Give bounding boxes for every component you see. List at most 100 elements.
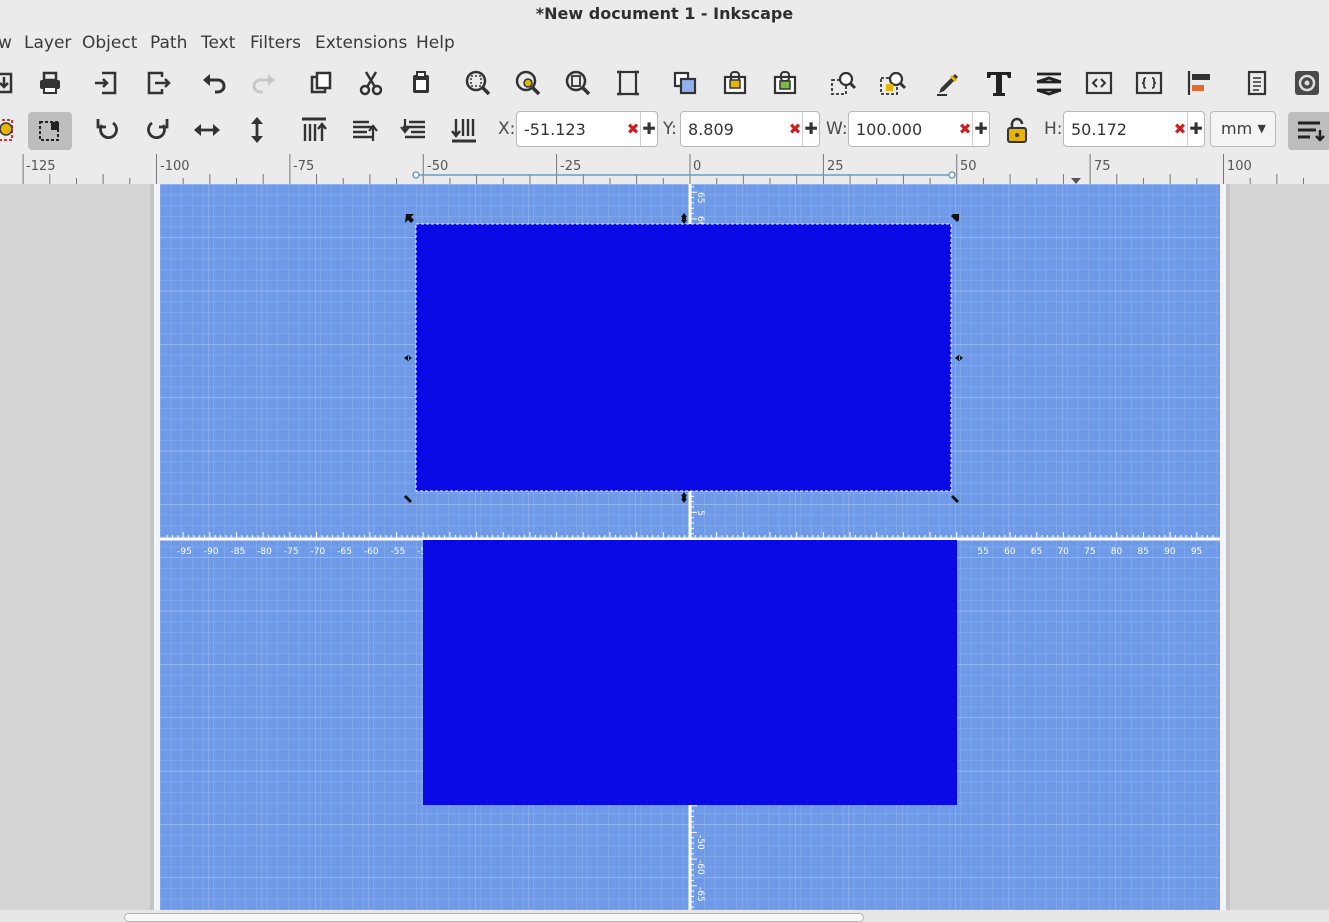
ruler-label: 0 xyxy=(693,159,701,174)
page-border-left xyxy=(154,184,160,910)
ungroup-lock-icon[interactable] xyxy=(767,65,803,101)
horizontal-scrollbar[interactable] xyxy=(0,910,1329,922)
ruler-label: 50 xyxy=(960,159,977,174)
chevron-down-icon: ▼ xyxy=(1257,122,1266,135)
menu-view[interactable]: w xyxy=(0,33,12,53)
axis-label: -60 xyxy=(695,860,705,875)
unit-select[interactable]: mm ▼ xyxy=(1210,111,1276,147)
w-field[interactable]: ✖ ✚ xyxy=(848,111,990,147)
selection-range-end xyxy=(948,171,956,179)
canvas[interactable]: -95 -90 -85 -80 -75 -70 -65 -60 -55 -50 55 60 65 70 75… xyxy=(0,184,1329,910)
x-clear-icon[interactable]: ✖ xyxy=(626,120,640,138)
css-editor-icon[interactable] xyxy=(1131,65,1167,101)
ruler-label: -25 xyxy=(560,159,581,174)
scrollbar-thumb[interactable] xyxy=(124,913,864,922)
axis-label: 75 xyxy=(1084,547,1095,557)
menu-path[interactable]: Path xyxy=(150,33,187,53)
tool-controls-bar: X: ✖ ✚ Y: ✖ ✚ W: ✖ ✚ H: ✖ ✚ mm ▼ xyxy=(0,106,1329,154)
ungroup-icon[interactable] xyxy=(717,65,753,101)
raise-to-top-icon[interactable] xyxy=(296,112,332,148)
lower-to-bottom-icon[interactable] xyxy=(446,112,482,148)
ruler-label: 25 xyxy=(827,159,844,174)
xml-editor-icon[interactable] xyxy=(1081,65,1117,101)
lock-open-icon[interactable] xyxy=(999,112,1035,148)
axis-label: 95 xyxy=(1191,547,1202,557)
toolbar-overflow-icon[interactable] xyxy=(1288,112,1329,150)
h-clear-icon[interactable]: ✖ xyxy=(1173,120,1187,138)
axis-label: -65 xyxy=(695,887,705,902)
axis-label: -95 xyxy=(177,547,192,557)
lower-icon[interactable] xyxy=(396,112,432,148)
selected-rectangle[interactable] xyxy=(416,224,951,491)
axis-label: -75 xyxy=(284,547,299,557)
axis-label: -70 xyxy=(311,547,326,557)
raise-icon[interactable] xyxy=(346,112,382,148)
import-icon[interactable] xyxy=(0,65,22,101)
flip-vertical-icon[interactable] xyxy=(239,112,275,148)
x-increment-icon[interactable]: ✚ xyxy=(640,112,657,146)
zoom-drawing-icon[interactable] xyxy=(510,65,546,101)
preferences-icon[interactable] xyxy=(1289,65,1325,101)
zoom-objects-icon[interactable] xyxy=(875,65,911,101)
axis-label: -55 xyxy=(391,547,406,557)
axis-label: 70 xyxy=(1057,547,1069,557)
duplicate-icon[interactable] xyxy=(303,65,339,101)
horizontal-ruler[interactable]: -125 -100 -75 -50 -25 0 25 50 75 100 xyxy=(0,154,1329,185)
group-icon[interactable] xyxy=(667,65,703,101)
menu-help[interactable]: Help xyxy=(416,33,455,53)
y-label: Y: xyxy=(663,119,677,139)
xml-editor-icon-a[interactable] xyxy=(931,65,967,101)
h-input[interactable] xyxy=(1064,113,1173,145)
w-clear-icon[interactable]: ✖ xyxy=(958,120,972,138)
fill-stroke-icon[interactable] xyxy=(825,65,861,101)
axis-label: 55 xyxy=(977,547,988,557)
rotate-ccw-icon[interactable] xyxy=(90,112,126,148)
document-properties-icon[interactable] xyxy=(1239,65,1275,101)
text-icon[interactable] xyxy=(981,65,1017,101)
ruler-label: 100 xyxy=(1227,159,1252,174)
axis-label: -85 xyxy=(231,547,246,557)
rotate-cw-icon[interactable] xyxy=(139,112,175,148)
menu-object[interactable]: Object xyxy=(82,33,137,53)
y-field[interactable]: ✖ ✚ xyxy=(680,111,820,147)
axis-label: 5 xyxy=(695,510,705,516)
menu-layer[interactable]: Layer xyxy=(24,33,71,53)
y-increment-icon[interactable]: ✚ xyxy=(802,112,819,146)
menu-text[interactable]: Text xyxy=(201,33,235,53)
menu-filters[interactable]: Filters xyxy=(250,33,301,53)
rectangle[interactable] xyxy=(423,540,957,805)
ruler-label: -75 xyxy=(293,159,314,174)
select-all-icon[interactable] xyxy=(28,112,72,150)
touch-select-icon[interactable] xyxy=(0,112,22,148)
w-increment-icon[interactable]: ✚ xyxy=(972,112,989,146)
print-icon[interactable] xyxy=(32,65,68,101)
flip-horizontal-icon[interactable] xyxy=(189,112,225,148)
zoom-page-icon[interactable] xyxy=(560,65,596,101)
undo-icon[interactable] xyxy=(196,65,232,101)
zoom-width-icon[interactable] xyxy=(610,65,646,101)
redo-icon[interactable] xyxy=(246,65,282,101)
window-title: *New document 1 - Inkscape xyxy=(0,0,1329,28)
paste-icon[interactable] xyxy=(403,65,439,101)
h-field[interactable]: ✖ ✚ xyxy=(1063,111,1205,147)
menu-extensions[interactable]: Extensions xyxy=(315,33,407,53)
x-input[interactable] xyxy=(517,113,626,145)
import-file-icon[interactable] xyxy=(88,65,124,101)
h-increment-icon[interactable]: ✚ xyxy=(1187,112,1204,146)
export-icon[interactable] xyxy=(140,65,176,101)
zoom-selection-icon[interactable] xyxy=(460,65,496,101)
cut-icon[interactable] xyxy=(353,65,389,101)
layers-icon[interactable] xyxy=(1031,65,1067,101)
w-input[interactable] xyxy=(849,113,958,145)
align-icon[interactable] xyxy=(1181,65,1217,101)
commands-bar xyxy=(0,60,1329,106)
y-clear-icon[interactable]: ✖ xyxy=(788,120,802,138)
y-input[interactable] xyxy=(681,113,788,145)
axis-label: 65 xyxy=(1031,547,1042,557)
page-border-right xyxy=(1220,184,1226,910)
x-field[interactable]: ✖ ✚ xyxy=(516,111,658,147)
axis-label: -60 xyxy=(364,547,379,557)
ruler-label: -125 xyxy=(26,159,56,174)
h-label: H: xyxy=(1044,119,1063,139)
axis-label: 85 xyxy=(1137,547,1148,557)
